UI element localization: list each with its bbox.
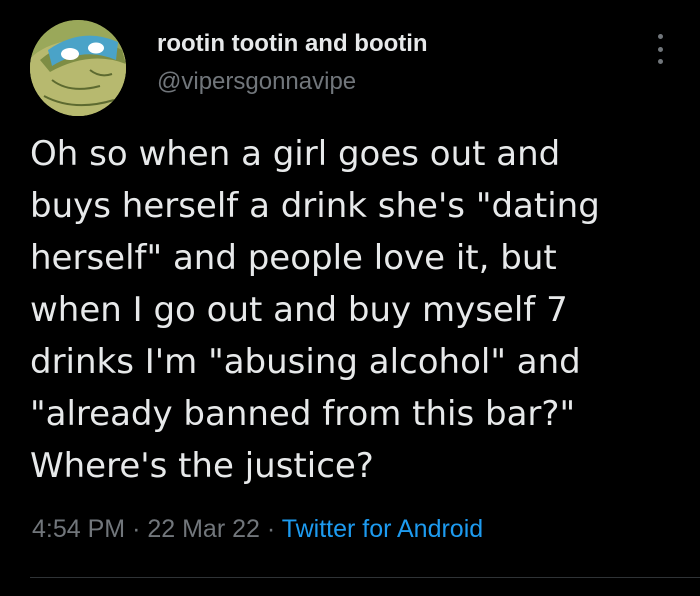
tweet-text-line: buys herself a drink she's "dating xyxy=(30,186,600,226)
divider xyxy=(30,577,700,578)
meta-separator: · xyxy=(132,515,141,543)
tweet-meta: 4:54 PM · 22 Mar 22 · Twitter for Androi… xyxy=(32,515,483,544)
more-dot xyxy=(657,59,663,64)
tweet: rootin tootin and bootin @vipersgonnavip… xyxy=(0,0,700,596)
tweet-text-line: drinks I'm "abusing alcohol" and xyxy=(30,342,581,382)
more-dot xyxy=(657,46,663,52)
tweet-text-line: herself" and people love it, but xyxy=(30,238,557,278)
meta-separator: · xyxy=(266,515,276,543)
more-options-icon[interactable] xyxy=(648,30,672,68)
tweet-source-link[interactable]: Twitter for Android xyxy=(282,515,483,543)
more-dot xyxy=(657,34,663,39)
user-handle[interactable]: @vipersgonnavipe xyxy=(157,68,356,96)
tweet-text-line: Oh so when a girl goes out and xyxy=(30,134,561,174)
display-name[interactable]: rootin tootin and bootin xyxy=(157,30,428,58)
tweet-text: Oh so when a girl goes out and buys hers… xyxy=(30,128,680,492)
turtle-avatar-icon xyxy=(30,20,126,116)
tweet-date[interactable]: 22 Mar 22 xyxy=(147,515,260,543)
tweet-text-line: when I go out and buy myself 7 xyxy=(30,290,568,330)
tweet-text-line: "already banned from this bar?" xyxy=(30,394,576,434)
tweet-time[interactable]: 4:54 PM xyxy=(32,515,125,543)
avatar[interactable] xyxy=(30,20,126,116)
tweet-text-line: Where's the justice? xyxy=(30,446,374,486)
